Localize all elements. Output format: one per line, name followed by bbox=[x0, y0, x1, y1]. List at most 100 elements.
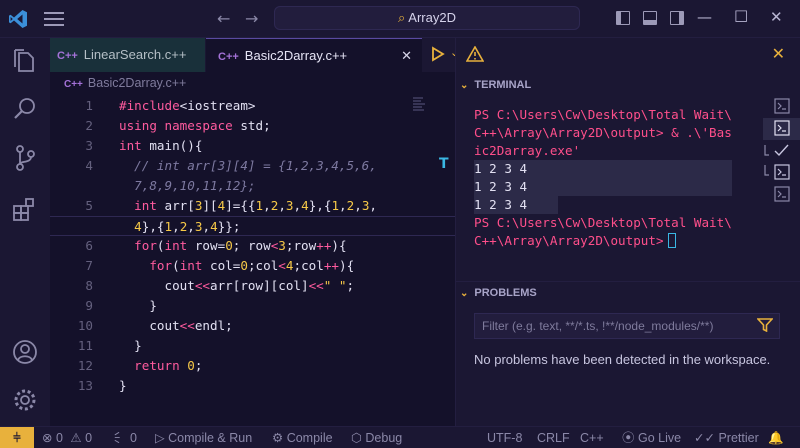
terminal-section-header[interactable]: ⌄ TERMINAL bbox=[456, 74, 800, 96]
terminal-cursor bbox=[667, 233, 676, 248]
code-line: 4 // int arr[3][4] = {1,2,3,4,5,6, bbox=[85, 158, 377, 173]
problems-status[interactable]: ⊗ 0 ⚠ 0 bbox=[42, 427, 92, 448]
warning-icon[interactable] bbox=[466, 46, 484, 62]
toggle-sidebar-icon[interactable] bbox=[616, 11, 630, 25]
extensions-icon[interactable] bbox=[11, 196, 39, 224]
minimize-icon[interactable]: — bbox=[697, 8, 712, 26]
debug-button[interactable]: ⬡ Debug bbox=[351, 427, 402, 448]
toggle-panel-icon[interactable] bbox=[643, 11, 658, 25]
forward-arrow-icon[interactable]: → bbox=[245, 9, 258, 28]
close-icon[interactable]: ✕ bbox=[772, 44, 785, 63]
source-control-icon[interactable] bbox=[11, 144, 39, 172]
gear-icon[interactable] bbox=[11, 386, 39, 414]
menu-icon[interactable] bbox=[44, 12, 64, 26]
problems-message: No problems have been detected in the wo… bbox=[474, 352, 771, 367]
error-icon: ⊗ bbox=[42, 431, 53, 445]
close-icon[interactable]: ✕ bbox=[401, 39, 412, 73]
code-line: 12 return 0; bbox=[77, 358, 203, 373]
double-check-icon: ✓✓ bbox=[694, 431, 715, 445]
command-center-search[interactable]: ⌕ Array2D bbox=[274, 6, 580, 30]
terminal-line: PS C:\Users\Cw\Desktop\Total Wait\ bbox=[474, 107, 732, 122]
code-line: 3 int main(){ bbox=[85, 138, 203, 153]
notifications-bell-icon[interactable]: 🔔 bbox=[768, 427, 784, 448]
compile-button[interactable]: ⚙ Compile bbox=[272, 427, 333, 448]
broadcast-icon: 🗧 bbox=[114, 431, 127, 445]
c-plus-plus-icon: C++ bbox=[57, 50, 78, 62]
terminal-label: TERMINAL bbox=[474, 79, 532, 91]
editor-area: C++ LinearSearch.c++ C++ Basic2Darray.c++ … bbox=[50, 38, 488, 426]
terminal-prompt-text: C++\Array\Array2D\output> bbox=[474, 233, 664, 248]
run-icon[interactable] bbox=[431, 46, 445, 62]
golive-button[interactable]: ⦿ Go Live bbox=[622, 427, 681, 448]
tab-label: Basic2Darray.c++ bbox=[244, 48, 348, 63]
code-line: 8 cout<<arr[row][col]<<" "; bbox=[85, 278, 355, 293]
filter-icon[interactable] bbox=[757, 318, 773, 332]
code-line: 7 for(int col=0;col<4;col++){ bbox=[85, 258, 355, 273]
broadcast-icon: ⦿ bbox=[622, 431, 635, 445]
encoding-status[interactable]: UTF-8 bbox=[487, 427, 522, 448]
problems-label: PROBLEMS bbox=[474, 287, 537, 299]
terminal-line: PS C:\Users\Cw\Desktop\Total Wait\ bbox=[474, 215, 732, 230]
code-line: 7,8,9,10,11,12}; bbox=[134, 178, 256, 193]
vscode-logo-icon[interactable] bbox=[8, 9, 28, 29]
terminal-output[interactable]: PS C:\Users\Cw\Desktop\Total Wait\ C++\A… bbox=[456, 96, 756, 306]
minimap[interactable] bbox=[413, 96, 427, 112]
title-bar: ← → ⌕ Array2D — □ ✕ bbox=[0, 0, 800, 38]
terminal-prompt: C++\Array\Array2D\output> bbox=[474, 232, 676, 250]
prettier-status[interactable]: ✓✓ Prettier bbox=[694, 427, 759, 448]
terminal-line: 1 2 3 4 bbox=[474, 160, 732, 178]
window-close-icon[interactable]: ✕ bbox=[770, 8, 783, 26]
gear-icon: ⚙ bbox=[272, 431, 284, 445]
activity-bar bbox=[0, 38, 50, 426]
c-plus-plus-icon: C++ bbox=[64, 79, 83, 90]
c-plus-plus-icon: C++ bbox=[218, 51, 239, 63]
breadcrumb[interactable]: C++ Basic2Darray.c++ bbox=[64, 76, 186, 90]
code-line: 5 int arr[3][4]={{1,2,3,4},{1,2,3, bbox=[85, 198, 378, 213]
problems-filter-input[interactable]: Filter (e.g. text, **/*.ts, !**/node_mod… bbox=[474, 313, 780, 339]
code-line: 4},{1,2,3,4}}; bbox=[50, 216, 455, 236]
text-cursor-marker-icon: T bbox=[439, 156, 449, 172]
language-status[interactable]: C++ bbox=[580, 427, 604, 448]
terminal-instance-icon[interactable] bbox=[763, 96, 800, 118]
run-icon: ▷ bbox=[155, 431, 165, 445]
status-bar: ⫩ ⊗ 0 ⚠ 0 🗧 0 ▷ Compile & Run ⚙ Compile … bbox=[0, 426, 800, 448]
terminal-line: C++\Array\Array2D\output> & .\'Bas bbox=[474, 125, 732, 140]
account-icon[interactable] bbox=[11, 338, 39, 366]
editor-tabs: C++ LinearSearch.c++ C++ Basic2Darray.c++ … bbox=[50, 38, 488, 72]
terminal-instance-icon[interactable] bbox=[763, 162, 800, 184]
chevron-down-icon: ⌄ bbox=[460, 288, 469, 299]
code-line: 9 } bbox=[85, 298, 157, 313]
code-line: 13} bbox=[77, 378, 127, 393]
search-icon[interactable] bbox=[11, 95, 39, 123]
chevron-down-icon: ⌄ bbox=[460, 80, 469, 91]
tab-linearsearch[interactable]: C++ LinearSearch.c++ bbox=[50, 38, 205, 72]
warning-icon: ⚠ bbox=[70, 431, 82, 445]
tab-basic2darray[interactable]: C++ Basic2Darray.c++ ✕ bbox=[206, 38, 422, 72]
search-text: Array2D bbox=[408, 10, 456, 25]
tab-label: LinearSearch.c++ bbox=[83, 47, 187, 62]
code-line: 6 for(int row=0; row<3;row++){ bbox=[85, 238, 347, 253]
terminal-instance-icon[interactable] bbox=[763, 184, 800, 206]
terminal-instance-active-icon[interactable] bbox=[763, 118, 800, 140]
back-arrow-icon[interactable]: ← bbox=[217, 9, 230, 28]
terminal-line: ic2Darray.exe' bbox=[474, 143, 581, 158]
search-icon: ⌕ bbox=[398, 10, 406, 25]
toggle-secondary-sidebar-icon[interactable] bbox=[670, 11, 685, 25]
problems-section-header[interactable]: ⌄ PROBLEMS bbox=[456, 281, 800, 303]
terminal-instance-check-icon[interactable] bbox=[763, 140, 800, 162]
breadcrumb-file: Basic2Darray.c++ bbox=[87, 76, 187, 90]
code-line: 11 } bbox=[77, 338, 142, 353]
bug-icon: ⬡ bbox=[351, 431, 362, 445]
ports-status[interactable]: 🗧 0 bbox=[114, 427, 137, 448]
explorer-icon[interactable] bbox=[11, 47, 39, 75]
terminal-line: 1 2 3 4 bbox=[474, 196, 558, 214]
maximize-icon[interactable]: □ bbox=[734, 6, 748, 24]
code-line: 2 using namespace std; bbox=[85, 118, 271, 133]
side-panel: ✕ ⌄ TERMINAL PS C:\Users\Cw\Desktop\Total… bbox=[455, 38, 800, 426]
remote-indicator-icon[interactable]: ⫩ bbox=[0, 427, 34, 448]
eol-status[interactable]: CRLF bbox=[537, 427, 570, 448]
code-line: 10 cout<<endl; bbox=[77, 318, 233, 333]
terminal-line: 1 2 3 4 bbox=[474, 178, 732, 196]
code-line: 1 #include<iostream> bbox=[85, 98, 256, 113]
compile-run-button[interactable]: ▷ Compile & Run bbox=[155, 427, 252, 448]
